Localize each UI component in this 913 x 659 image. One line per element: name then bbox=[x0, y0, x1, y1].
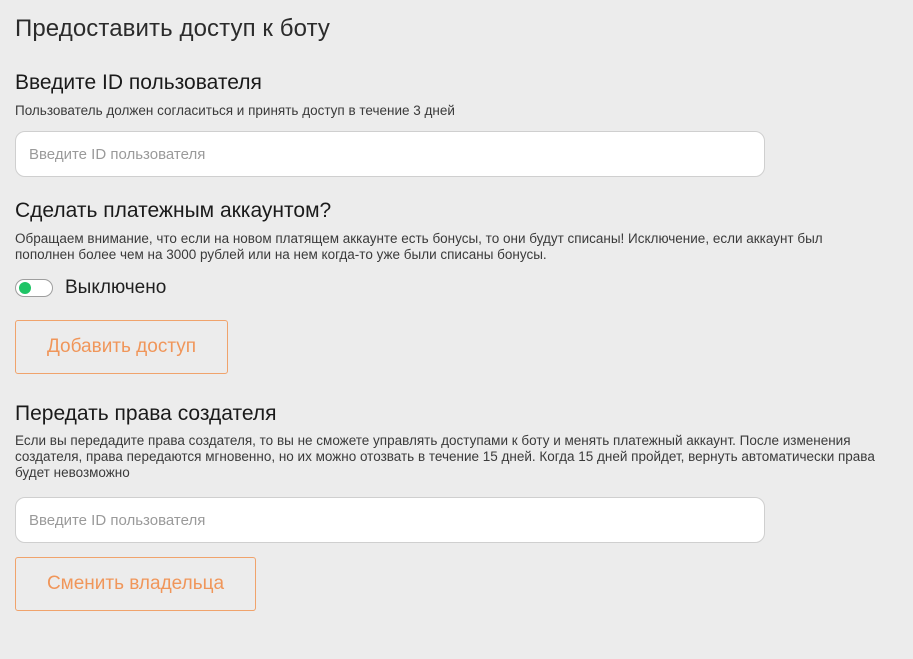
payment-account-toggle-row: Выключено bbox=[15, 276, 166, 300]
payment-account-section-title: Сделать платежным аккаунтом? bbox=[15, 199, 332, 222]
transfer-owner-section-title: Передать права создателя bbox=[15, 402, 277, 425]
payment-account-toggle[interactable] bbox=[15, 279, 53, 297]
user-id-section-title: Введите ID пользователя bbox=[15, 71, 262, 94]
change-owner-button[interactable]: Сменить владельца bbox=[15, 557, 256, 611]
user-id-input[interactable] bbox=[15, 131, 765, 177]
add-access-button[interactable]: Добавить доступ bbox=[15, 320, 228, 374]
toggle-knob bbox=[19, 282, 31, 294]
user-id-section-description: Пользователь должен согласиться и принят… bbox=[15, 103, 455, 118]
transfer-owner-section-description: Если вы передадите права создателя, то в… bbox=[15, 433, 875, 480]
payment-account-toggle-label: Выключено bbox=[65, 277, 167, 298]
new-owner-id-input[interactable] bbox=[15, 497, 765, 543]
payment-account-section-description: Обращаем внимание, что если на новом пла… bbox=[15, 231, 823, 262]
page-title: Предоставить доступ к боту bbox=[15, 15, 331, 42]
